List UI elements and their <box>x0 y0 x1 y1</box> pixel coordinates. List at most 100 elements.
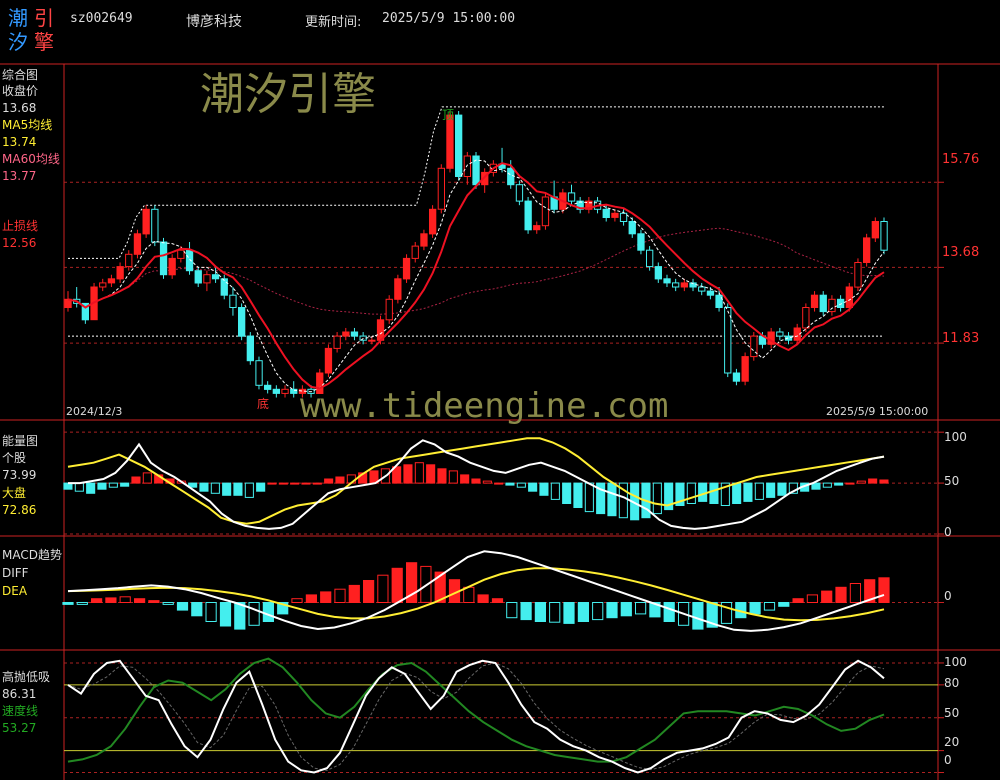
candle <box>698 286 706 292</box>
candle <box>524 200 532 231</box>
macd-bar <box>849 583 861 603</box>
candle <box>637 233 645 251</box>
candle <box>385 298 393 321</box>
candle <box>863 237 871 263</box>
energy-bar <box>562 482 572 505</box>
energy-bar <box>437 468 447 484</box>
candle <box>819 294 827 313</box>
macd-bar <box>692 602 704 630</box>
candle <box>646 249 654 268</box>
energy-bar <box>233 482 243 496</box>
macd-bar <box>219 602 232 627</box>
candle <box>446 114 454 169</box>
diff-line <box>67 550 885 632</box>
panel3-title: MACD趋势 <box>2 548 62 562</box>
candle <box>281 388 289 394</box>
energy-bar <box>845 482 855 485</box>
macd-bar <box>749 602 761 615</box>
candle <box>507 167 515 186</box>
macd-bar <box>320 591 332 604</box>
macd-bar <box>191 602 203 617</box>
hilo-tick: 0 <box>944 753 952 767</box>
candle <box>854 262 862 288</box>
energy-bar <box>414 462 424 484</box>
candle <box>533 225 541 231</box>
candle <box>342 331 350 337</box>
energy-bar <box>584 482 594 513</box>
energy-bar <box>868 478 878 484</box>
energy-bar <box>686 482 696 505</box>
macd-bar <box>663 602 675 622</box>
energy-bar <box>120 482 130 487</box>
macd-bar <box>377 574 389 604</box>
candle <box>168 257 176 276</box>
price-tick: 11.83 <box>942 331 980 346</box>
candle <box>220 278 228 296</box>
hilo-tick: 50 <box>944 706 960 720</box>
stoploss-label: 止损线 <box>2 219 39 233</box>
stoploss-value: 12.56 <box>2 236 37 250</box>
energy-bar <box>108 482 118 488</box>
energy-bar <box>210 482 220 494</box>
candle <box>541 196 550 227</box>
x-start-label: 2024/12/3 <box>66 405 123 418</box>
energy-bar <box>754 482 764 500</box>
energy-bar <box>494 482 504 485</box>
energy-bar <box>698 482 708 502</box>
macd-bar <box>305 594 317 604</box>
candle <box>133 233 142 255</box>
candle <box>177 249 185 259</box>
energy-bar <box>652 482 662 515</box>
market-energy-value: 72.86 <box>2 503 37 517</box>
energy-bar <box>290 482 300 485</box>
candle <box>515 184 524 202</box>
macd-bar <box>119 596 131 603</box>
energy-bar <box>74 482 84 492</box>
close-label: 收盘价 <box>2 84 39 98</box>
candle <box>455 114 463 177</box>
price-tick: 13.68 <box>942 245 980 260</box>
stock-energy-label: 个股 <box>2 451 27 465</box>
macd-bar <box>391 567 403 603</box>
candle <box>706 290 715 296</box>
macd-tick: 0 <box>944 589 952 603</box>
energy-tick: 0 <box>944 525 952 539</box>
candle <box>116 266 124 280</box>
panel2-title: 能量图 <box>2 434 39 448</box>
speed-line <box>67 657 885 763</box>
candle <box>871 221 880 239</box>
candle <box>333 335 341 349</box>
candle <box>368 339 376 342</box>
candle <box>394 278 402 300</box>
energy-bar <box>301 482 311 485</box>
hilo-tick: 100 <box>944 655 967 669</box>
price-tick: 15.76 <box>942 152 980 167</box>
energy-bar <box>278 482 288 485</box>
candle <box>828 298 836 313</box>
candle <box>750 335 758 358</box>
candle <box>107 278 116 284</box>
candle <box>429 208 437 235</box>
bottom-marker: 底 <box>257 397 270 411</box>
macd-bar <box>463 586 475 603</box>
macd-bar <box>134 598 146 604</box>
energy-tick: 100 <box>944 430 967 444</box>
energy-bar <box>312 482 322 485</box>
energy-bar <box>324 478 334 484</box>
candle <box>324 347 333 374</box>
candle <box>810 294 819 309</box>
energy-bar <box>743 482 753 502</box>
candle <box>724 307 732 374</box>
candle <box>732 372 741 382</box>
candle <box>602 208 610 219</box>
macd-bar <box>778 602 790 607</box>
candle <box>194 270 202 284</box>
energy-bar <box>834 482 844 486</box>
energy-bar <box>516 482 526 488</box>
candle <box>402 257 411 280</box>
close-value: 13.68 <box>2 101 37 115</box>
dea-line <box>67 567 885 622</box>
watermark-brand: 潮汐引擎 <box>200 69 376 120</box>
candle <box>159 241 168 276</box>
speed-value: 53.27 <box>2 721 37 735</box>
